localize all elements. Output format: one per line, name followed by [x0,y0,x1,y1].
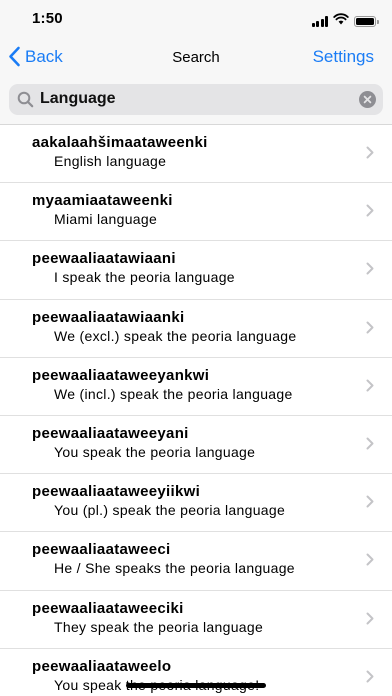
chevron-right-icon [366,670,374,688]
chevron-right-icon [366,146,374,164]
chevron-right-icon [366,612,374,630]
chevron-right-icon [366,495,374,513]
status-bar: 1:50 [0,0,392,40]
clear-search-button[interactable] [359,91,376,108]
search-field[interactable] [9,84,383,115]
result-row[interactable]: aakalaahšimaataweenki English language [0,125,392,184]
result-row[interactable]: peewaaliaatawiaani I speak the peoria lan… [0,241,392,300]
settings-button[interactable]: Settings [313,47,374,67]
chevron-right-icon [366,553,374,571]
result-row[interactable]: peewaaliaataweeyankwi We (incl.) speak th… [0,358,392,416]
search-bar [0,76,392,125]
chevron-right-icon [366,321,374,339]
home-indicator[interactable] [126,683,266,688]
status-time: 1:50 [32,10,63,27]
result-definition: Miami language [54,211,158,228]
clear-icon [363,95,372,104]
wifi-icon [333,12,349,30]
result-row[interactable]: peewaaliaataweeciki They speak the peoria… [0,591,392,649]
result-term: peewaaliaataweeyankwi [32,366,210,384]
chevron-right-icon [366,437,374,455]
result-definition: You speak the peoria language [54,443,256,460]
result-term: peewaaliaataweeyiikwi [32,483,201,501]
result-term: aakalaahšimaataweenki [32,134,208,151]
result-definition: You (pl.) speak the peoria language [54,502,286,519]
result-definition: We (incl.) speak the peoria language [54,385,293,402]
result-term: peewaaliaataweeciki [32,599,184,617]
search-icon [17,91,34,113]
result-term: peewaaliaatawiaani [32,250,176,268]
result-row[interactable]: peewaaliaatawiaanki We (excl.) speak the … [0,300,392,358]
cellular-signal-icon [311,15,328,27]
result-definition: He / She speaks the peoria language [54,560,295,577]
result-definition: English language [54,153,167,169]
battery-icon [354,15,379,27]
result-row[interactable]: myaamiaataweenki Miami language [0,183,392,242]
status-icons [311,12,379,30]
result-term: peewaaliaataweeyani [32,424,189,442]
result-row[interactable]: peewaaliaataweeloYou speak the peoria la… [0,649,392,696]
result-row[interactable]: peewaaliaataweeyani You speak the peoria … [0,416,392,475]
result-definition: I speak the peoria language [54,269,235,286]
results-list: aakalaahšimaataweenki English language mya… [0,125,392,696]
search-input[interactable] [40,90,340,108]
result-term: myaamiaataweenki [32,192,173,210]
result-term: peewaaliaataweeci [32,541,171,559]
search-screen: 1:50 Back Search Settings Language aakal… [0,0,392,696]
result-definition: They speak the peoria language [54,618,264,635]
navigation-bar: Back Search Settings [0,40,392,76]
chevron-right-icon [366,204,374,222]
result-row[interactable]: peewaaliaataweeci He / She speaks the peo… [0,532,392,591]
result-term: peewaaliaatawiaanki [32,308,185,326]
result-row[interactable]: peewaaliaataweeyiikwi You (pl.) speak the… [0,474,392,533]
result-term: peewaaliaataweelo [32,657,172,675]
chevron-right-icon [366,262,374,280]
result-definition: We (excl.) speak the peoria language [54,327,297,344]
chevron-right-icon [366,379,374,397]
